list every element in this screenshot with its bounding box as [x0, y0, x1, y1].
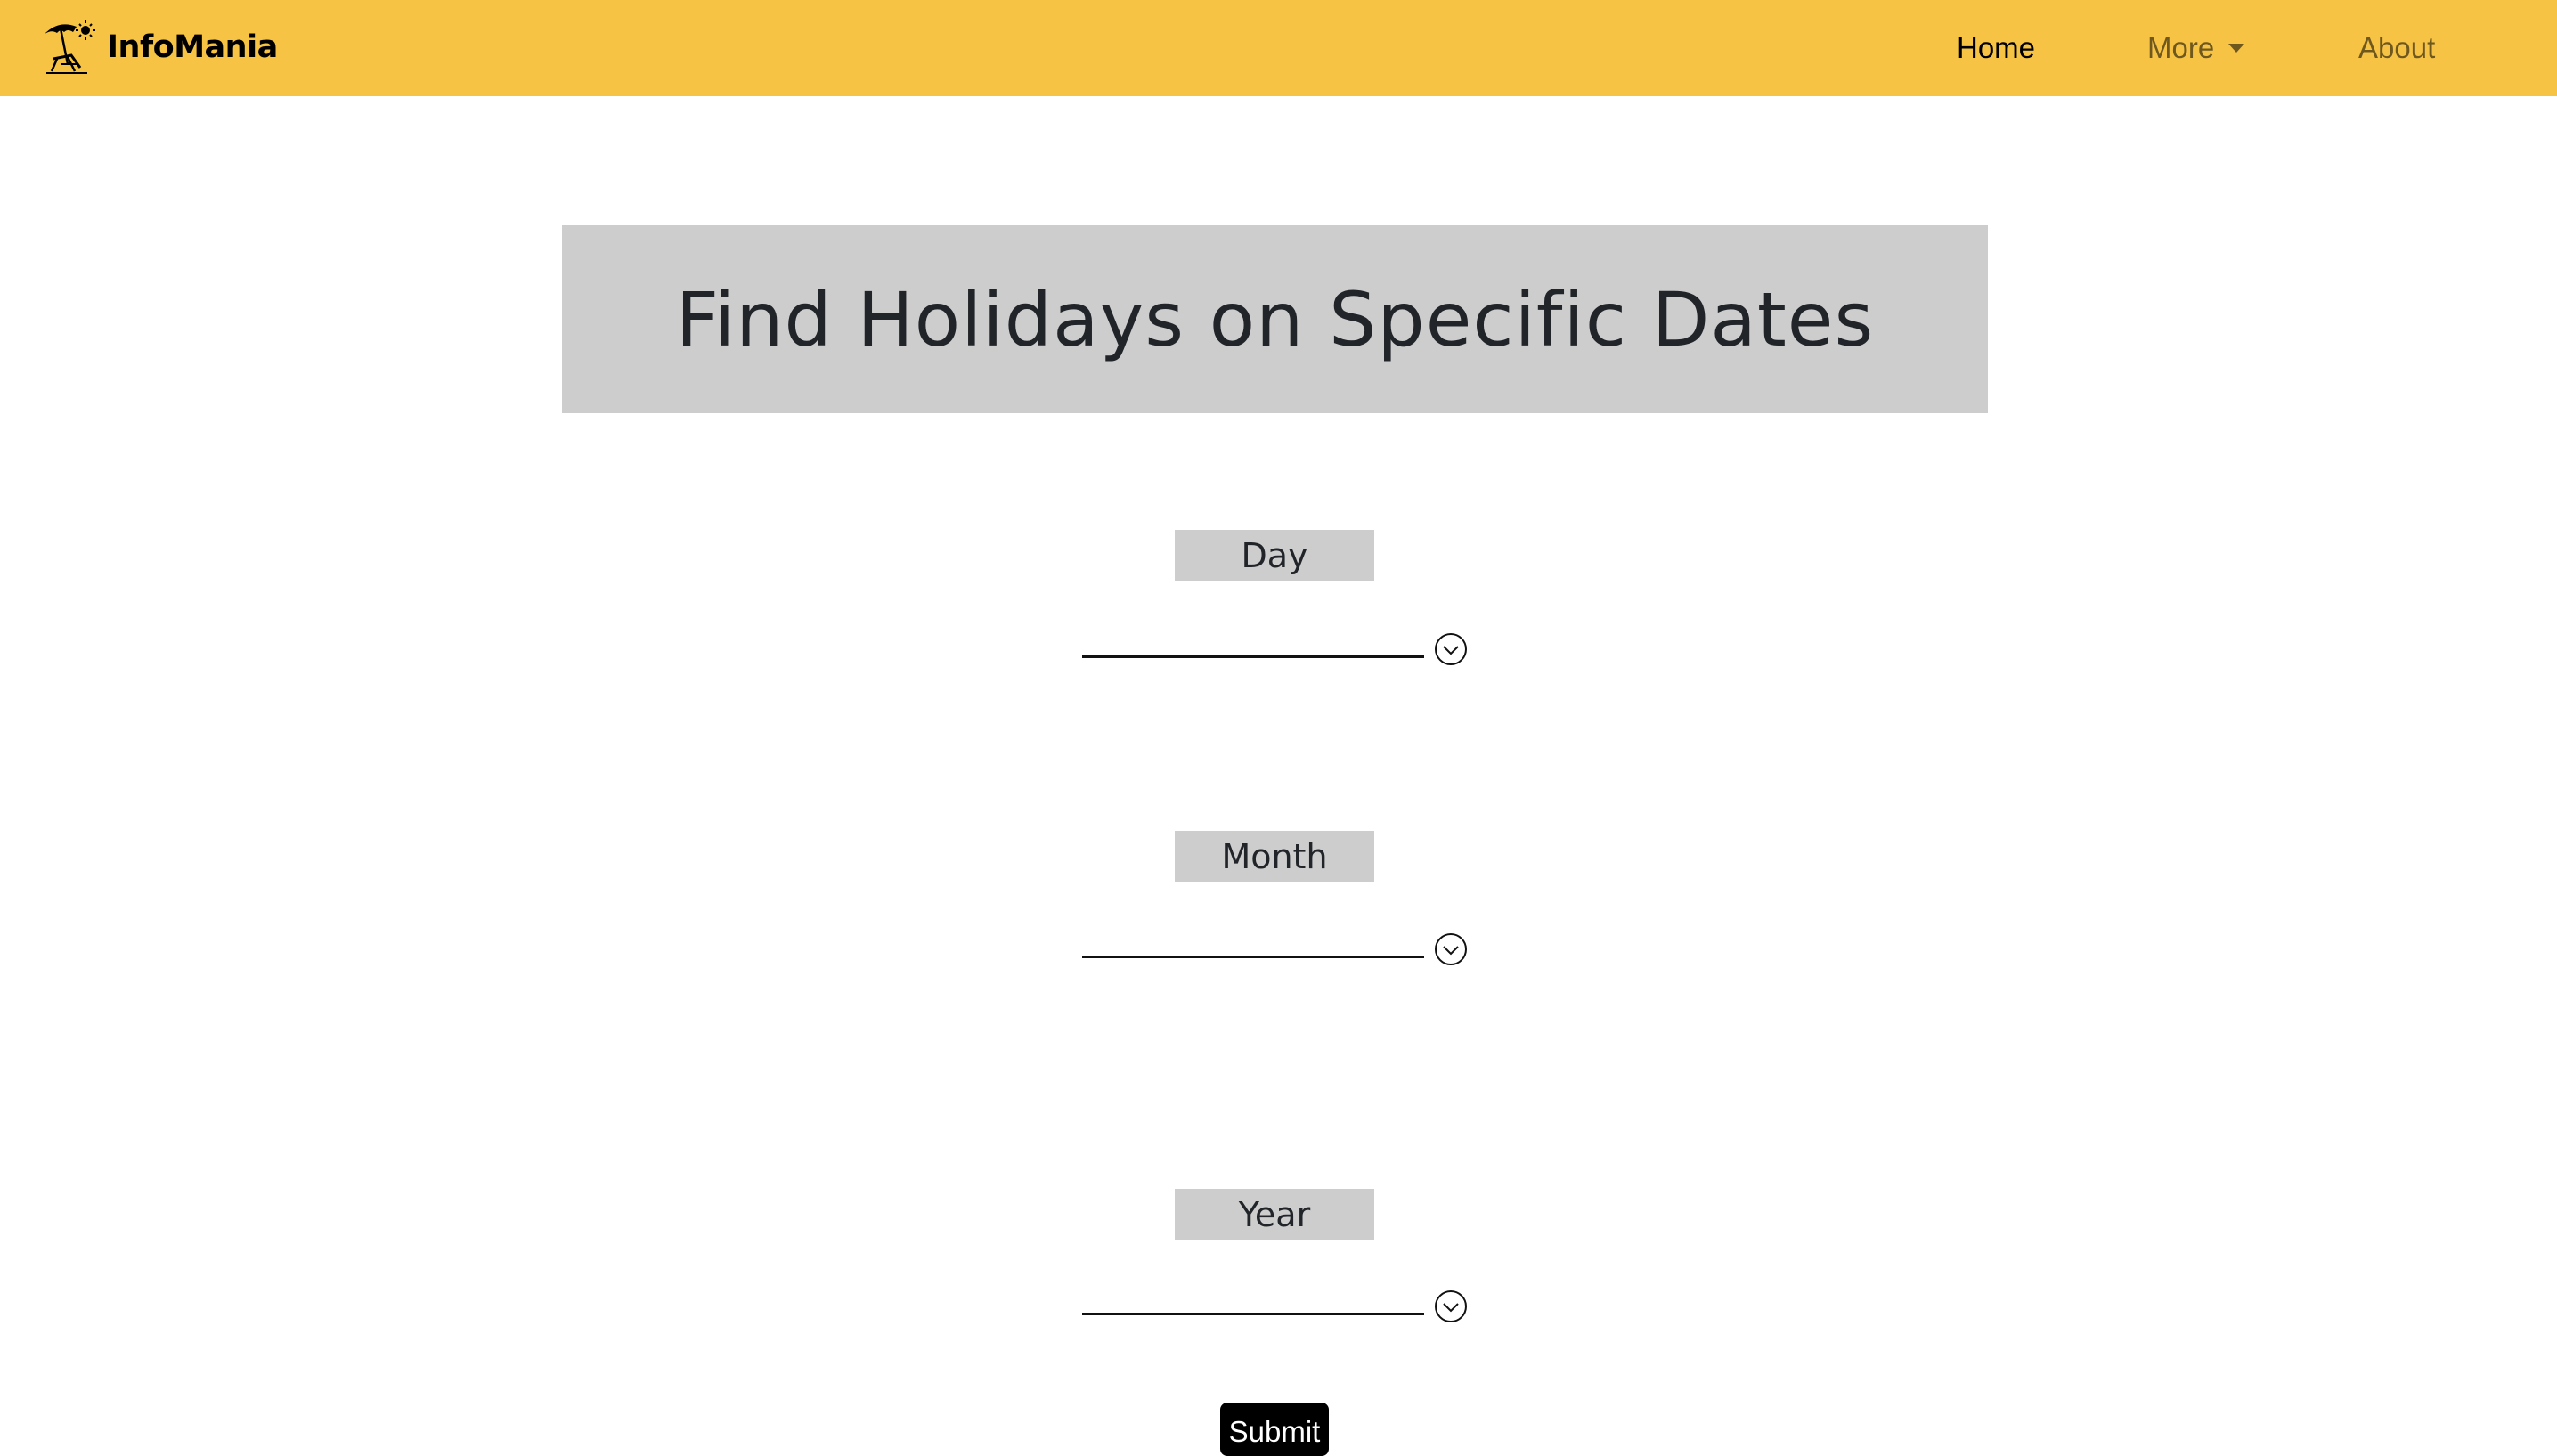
top-navbar: InfoMania Home More About — [0, 0, 2557, 96]
page-title-banner: Find Holidays on Specific Dates — [562, 225, 1988, 413]
month-select[interactable] — [1082, 956, 1424, 958]
nav-more-label: More — [2147, 31, 2215, 64]
chevron-down-circle-icon[interactable] — [1434, 932, 1468, 966]
brand-name: InfoMania — [107, 29, 278, 65]
nav-home-link[interactable]: Home — [1957, 27, 2035, 69]
page-title: Find Holidays on Specific Dates — [675, 275, 1875, 363]
day-select[interactable] — [1082, 655, 1424, 658]
submit-button[interactable]: Submit — [1220, 1403, 1329, 1456]
caret-down-icon — [2228, 44, 2245, 53]
beach-umbrella-chair-icon — [45, 20, 95, 74]
brand-link[interactable]: InfoMania — [41, 16, 278, 78]
month-label: Month — [1175, 831, 1374, 882]
nav-more-dropdown[interactable]: More — [2147, 27, 2245, 69]
year-select[interactable] — [1082, 1313, 1424, 1315]
day-label: Day — [1175, 530, 1374, 581]
year-label: Year — [1175, 1189, 1374, 1240]
nav-about-link[interactable]: About — [2358, 27, 2435, 69]
chevron-down-circle-icon[interactable] — [1434, 1289, 1468, 1323]
chevron-down-circle-icon[interactable] — [1434, 632, 1468, 666]
